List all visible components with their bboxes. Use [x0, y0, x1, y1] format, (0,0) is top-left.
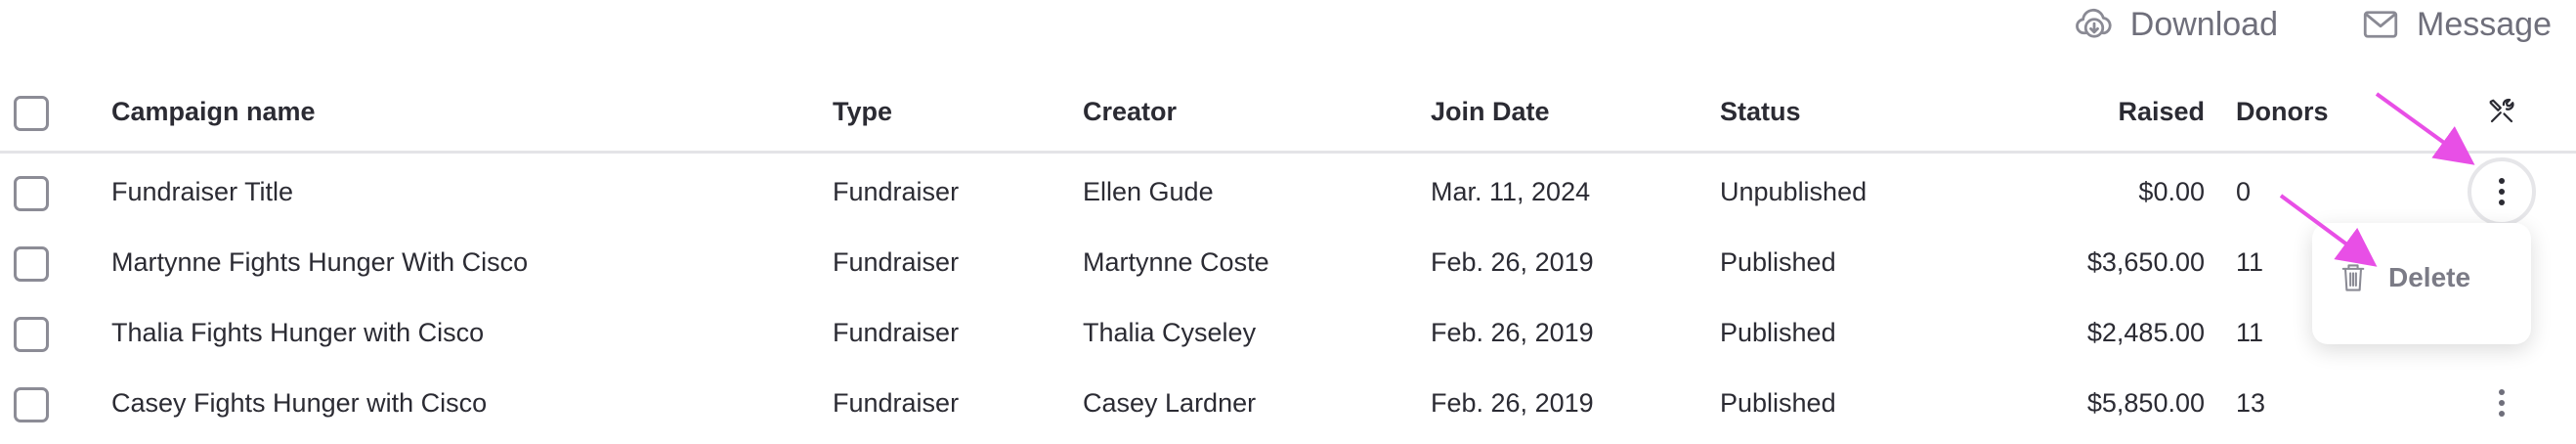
campaign-name-cell[interactable]: Fundraiser Title — [111, 156, 293, 227]
message-button[interactable]: Message — [2360, 4, 2552, 45]
download-label: Download — [2129, 5, 2278, 43]
select-all-checkbox[interactable] — [14, 96, 49, 131]
column-settings-button[interactable] — [2470, 72, 2533, 151]
creator-cell: Thalia Cyseley — [1083, 317, 1257, 347]
table-header-row: Campaign name Type Creator Join Date Sta… — [0, 72, 2576, 154]
campaign-name-cell[interactable]: Thalia Fights Hunger with Cisco — [111, 297, 484, 368]
donors-cell: 13 — [2236, 387, 2266, 418]
column-header-campaign-name[interactable]: Campaign name — [111, 72, 316, 151]
delete-label: Delete — [2388, 262, 2471, 292]
campaign-name-cell[interactable]: Casey Fights Hunger with Cisco — [111, 368, 487, 438]
join-date-cell: Feb. 26, 2019 — [1431, 387, 1594, 418]
column-header-creator[interactable]: Creator — [1083, 72, 1177, 151]
cloud-download-icon — [2075, 8, 2112, 38]
join-date-cell: Mar. 11, 2024 — [1431, 176, 1591, 206]
delete-menu-item[interactable]: Delete — [2340, 262, 2470, 293]
trash-icon — [2341, 264, 2365, 291]
join-date-cell: Feb. 26, 2019 — [1431, 246, 1594, 277]
column-header-raised[interactable]: Raised — [2009, 72, 2205, 151]
row-actions-menu: Delete — [2312, 223, 2531, 344]
type-cell: Fundraiser — [833, 387, 960, 418]
creator-cell: Casey Lardner — [1083, 387, 1257, 418]
message-label: Message — [2417, 5, 2552, 43]
status-cell: Published — [1720, 387, 1836, 418]
column-header-join-date[interactable]: Join Date — [1431, 72, 1550, 151]
envelope-icon — [2363, 11, 2398, 38]
donors-cell: 0 — [2236, 176, 2252, 206]
type-cell: Fundraiser — [833, 246, 960, 277]
donors-cell: 11 — [2236, 246, 2264, 277]
status-cell: Published — [1720, 246, 1836, 277]
type-cell: Fundraiser — [833, 176, 960, 206]
status-cell: Published — [1720, 317, 1836, 347]
raised-cell: $0.00 — [2138, 176, 2205, 206]
raised-cell: $3,650.00 — [2086, 246, 2205, 277]
table-row[interactable]: Martynne Fights Hunger With Cisco Fundra… — [0, 227, 2576, 297]
join-date-cell: Feb. 26, 2019 — [1431, 317, 1594, 347]
row-checkbox[interactable] — [14, 387, 49, 422]
creator-cell: Ellen Gude — [1083, 176, 1214, 206]
row-checkbox[interactable] — [14, 246, 49, 282]
raised-cell: $2,485.00 — [2086, 317, 2205, 347]
creator-cell: Martynne Coste — [1083, 246, 1269, 277]
row-checkbox[interactable] — [14, 317, 49, 352]
status-cell: Unpublished — [1720, 176, 1868, 206]
donors-cell: 11 — [2236, 317, 2264, 347]
type-cell: Fundraiser — [833, 317, 960, 347]
download-button[interactable]: Download — [2074, 4, 2278, 45]
row-checkbox[interactable] — [14, 176, 49, 211]
table-row[interactable]: Fundraiser Title Fundraiser Ellen Gude M… — [0, 156, 2576, 227]
tools-icon — [2489, 98, 2514, 123]
table-row[interactable]: Thalia Fights Hunger with Cisco Fundrais… — [0, 297, 2576, 368]
column-header-status[interactable]: Status — [1720, 72, 1801, 151]
column-header-type[interactable]: Type — [833, 72, 892, 151]
raised-cell: $5,850.00 — [2086, 387, 2205, 418]
table-row[interactable]: Casey Fights Hunger with Cisco Fundraise… — [0, 368, 2576, 438]
row-actions-button[interactable] — [2470, 372, 2533, 434]
campaign-name-cell[interactable]: Martynne Fights Hunger With Cisco — [111, 227, 528, 297]
row-actions-button[interactable] — [2468, 157, 2536, 226]
more-vertical-icon — [2499, 389, 2505, 417]
more-vertical-icon — [2499, 178, 2505, 205]
column-header-donors[interactable]: Donors — [2236, 72, 2329, 151]
